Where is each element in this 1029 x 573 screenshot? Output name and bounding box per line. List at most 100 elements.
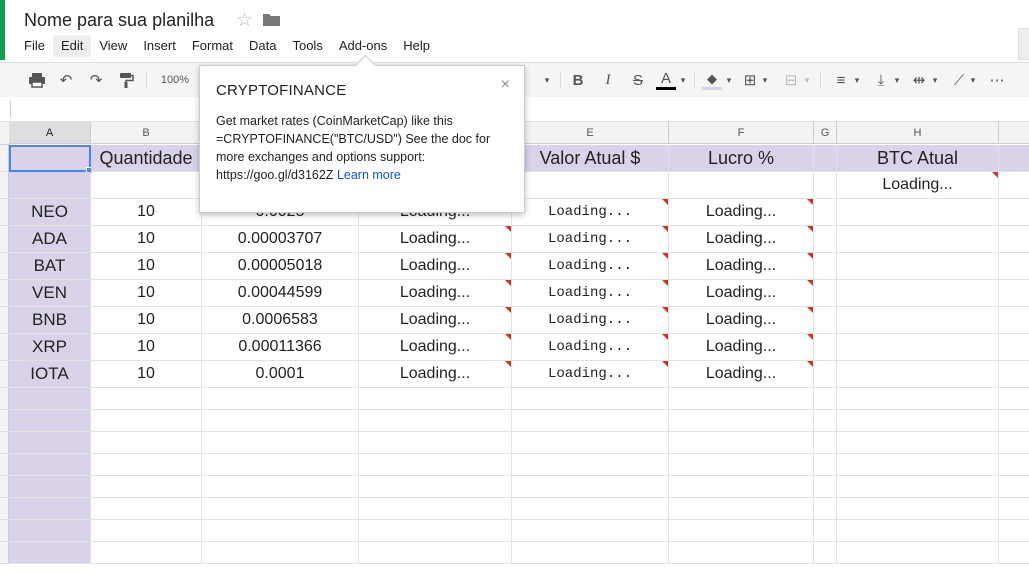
empty-cell[interactable]	[9, 410, 91, 432]
cell-h[interactable]	[837, 334, 999, 361]
coin-cell[interactable]: VEN	[9, 280, 91, 307]
share-button-edge[interactable]	[1018, 28, 1029, 60]
text-wrap-icon[interactable]: ⇹	[910, 69, 928, 91]
quantity-cell[interactable]: 10	[91, 199, 202, 226]
empty-cell[interactable]	[512, 542, 669, 564]
row-header[interactable]	[0, 253, 9, 280]
coin-cell[interactable]: IOTA	[9, 361, 91, 388]
quantity-cell[interactable]: 10	[91, 280, 202, 307]
profit-cell[interactable]: Loading...	[669, 334, 814, 361]
cell-h[interactable]	[837, 199, 999, 226]
empty-cell[interactable]	[9, 432, 91, 454]
empty-cell[interactable]	[669, 410, 814, 432]
cell-g[interactable]	[814, 199, 837, 226]
empty-cell[interactable]	[999, 498, 1029, 520]
learn-more-link[interactable]: Learn more	[337, 168, 401, 182]
row-header[interactable]	[0, 454, 9, 476]
cell-g[interactable]	[814, 253, 837, 280]
profit-cell[interactable]: Loading...	[669, 199, 814, 226]
empty-cell[interactable]	[669, 542, 814, 564]
valign-dropdown-icon[interactable]: ▾	[892, 69, 902, 91]
empty-cell[interactable]	[359, 542, 512, 564]
cell-i[interactable]	[999, 280, 1029, 307]
empty-cell[interactable]	[669, 520, 814, 542]
quantity-cell[interactable]: 10	[91, 226, 202, 253]
value-cell[interactable]: Loading...	[359, 334, 512, 361]
row-header[interactable]	[0, 145, 9, 172]
empty-cell[interactable]	[202, 410, 359, 432]
halign-dropdown-icon[interactable]: ▾	[852, 69, 862, 91]
price-cell[interactable]: 0.00011366	[202, 334, 359, 361]
wrap-dropdown-icon[interactable]: ▾	[930, 69, 940, 91]
empty-cell[interactable]	[837, 432, 999, 454]
row-header[interactable]	[0, 280, 9, 307]
profit-cell[interactable]: Loading...	[669, 307, 814, 334]
empty-cell[interactable]	[359, 476, 512, 498]
empty-cell[interactable]	[814, 542, 837, 564]
text-color-dropdown-icon[interactable]: ▾	[678, 69, 688, 91]
empty-cell[interactable]	[91, 542, 202, 564]
column-header-f[interactable]: F	[669, 122, 814, 144]
cell-b2[interactable]	[91, 172, 202, 199]
empty-cell[interactable]	[999, 432, 1029, 454]
cell-e1[interactable]: Valor Atual $	[512, 145, 669, 172]
empty-cell[interactable]	[999, 542, 1029, 564]
empty-cell[interactable]	[999, 454, 1029, 476]
row-header[interactable]	[0, 226, 9, 253]
empty-cell[interactable]	[669, 432, 814, 454]
empty-cell[interactable]	[837, 476, 999, 498]
coin-cell[interactable]: BAT	[9, 253, 91, 280]
cell-h1[interactable]: BTC Atual	[837, 145, 999, 172]
empty-cell[interactable]	[512, 432, 669, 454]
empty-cell[interactable]	[512, 520, 669, 542]
cell-h2[interactable]: Loading...	[837, 172, 999, 199]
current-value-cell[interactable]: Loading...	[512, 199, 669, 226]
cell-i[interactable]	[999, 307, 1029, 334]
text-color-icon[interactable]: A	[656, 69, 676, 91]
merge-dropdown-icon[interactable]: ▾	[802, 69, 812, 91]
price-cell[interactable]: 0.00003707	[202, 226, 359, 253]
empty-cell[interactable]	[202, 454, 359, 476]
empty-cell[interactable]	[512, 476, 669, 498]
empty-cell[interactable]	[837, 410, 999, 432]
cell-i2[interactable]	[999, 172, 1029, 199]
strikethrough-icon[interactable]: S	[630, 69, 646, 91]
empty-cell[interactable]	[359, 388, 512, 410]
cell-i[interactable]	[999, 334, 1029, 361]
empty-cell[interactable]	[9, 454, 91, 476]
folder-icon[interactable]	[263, 13, 280, 26]
quantity-cell[interactable]: 10	[91, 361, 202, 388]
empty-cell[interactable]	[359, 454, 512, 476]
empty-cell[interactable]	[999, 388, 1029, 410]
cell-b1[interactable]: Quantidade	[91, 145, 202, 172]
cell-g1[interactable]	[814, 145, 837, 172]
current-value-cell[interactable]: Loading...	[512, 253, 669, 280]
cell-g[interactable]	[814, 280, 837, 307]
price-cell[interactable]: 0.0006583	[202, 307, 359, 334]
current-value-cell[interactable]: Loading...	[512, 361, 669, 388]
empty-cell[interactable]	[202, 520, 359, 542]
paint-format-icon[interactable]	[117, 69, 135, 91]
empty-cell[interactable]	[202, 476, 359, 498]
empty-cell[interactable]	[814, 432, 837, 454]
menu-help[interactable]: Help	[395, 35, 438, 57]
empty-cell[interactable]	[359, 432, 512, 454]
empty-cell[interactable]	[837, 498, 999, 520]
cell-i[interactable]	[999, 361, 1029, 388]
empty-cell[interactable]	[512, 454, 669, 476]
empty-cell[interactable]	[91, 520, 202, 542]
empty-cell[interactable]	[999, 476, 1029, 498]
borders-dropdown-icon[interactable]: ▾	[760, 69, 770, 91]
empty-cell[interactable]	[837, 388, 999, 410]
close-icon[interactable]: ×	[501, 76, 510, 94]
redo-icon[interactable]: ↷	[87, 69, 105, 91]
empty-cell[interactable]	[91, 454, 202, 476]
empty-cell[interactable]	[202, 388, 359, 410]
empty-cell[interactable]	[202, 498, 359, 520]
column-header-e[interactable]: E	[512, 122, 669, 144]
empty-cell[interactable]	[814, 476, 837, 498]
empty-cell[interactable]	[814, 454, 837, 476]
empty-cell[interactable]	[512, 388, 669, 410]
row-header[interactable]	[0, 334, 9, 361]
row-header[interactable]	[0, 410, 9, 432]
